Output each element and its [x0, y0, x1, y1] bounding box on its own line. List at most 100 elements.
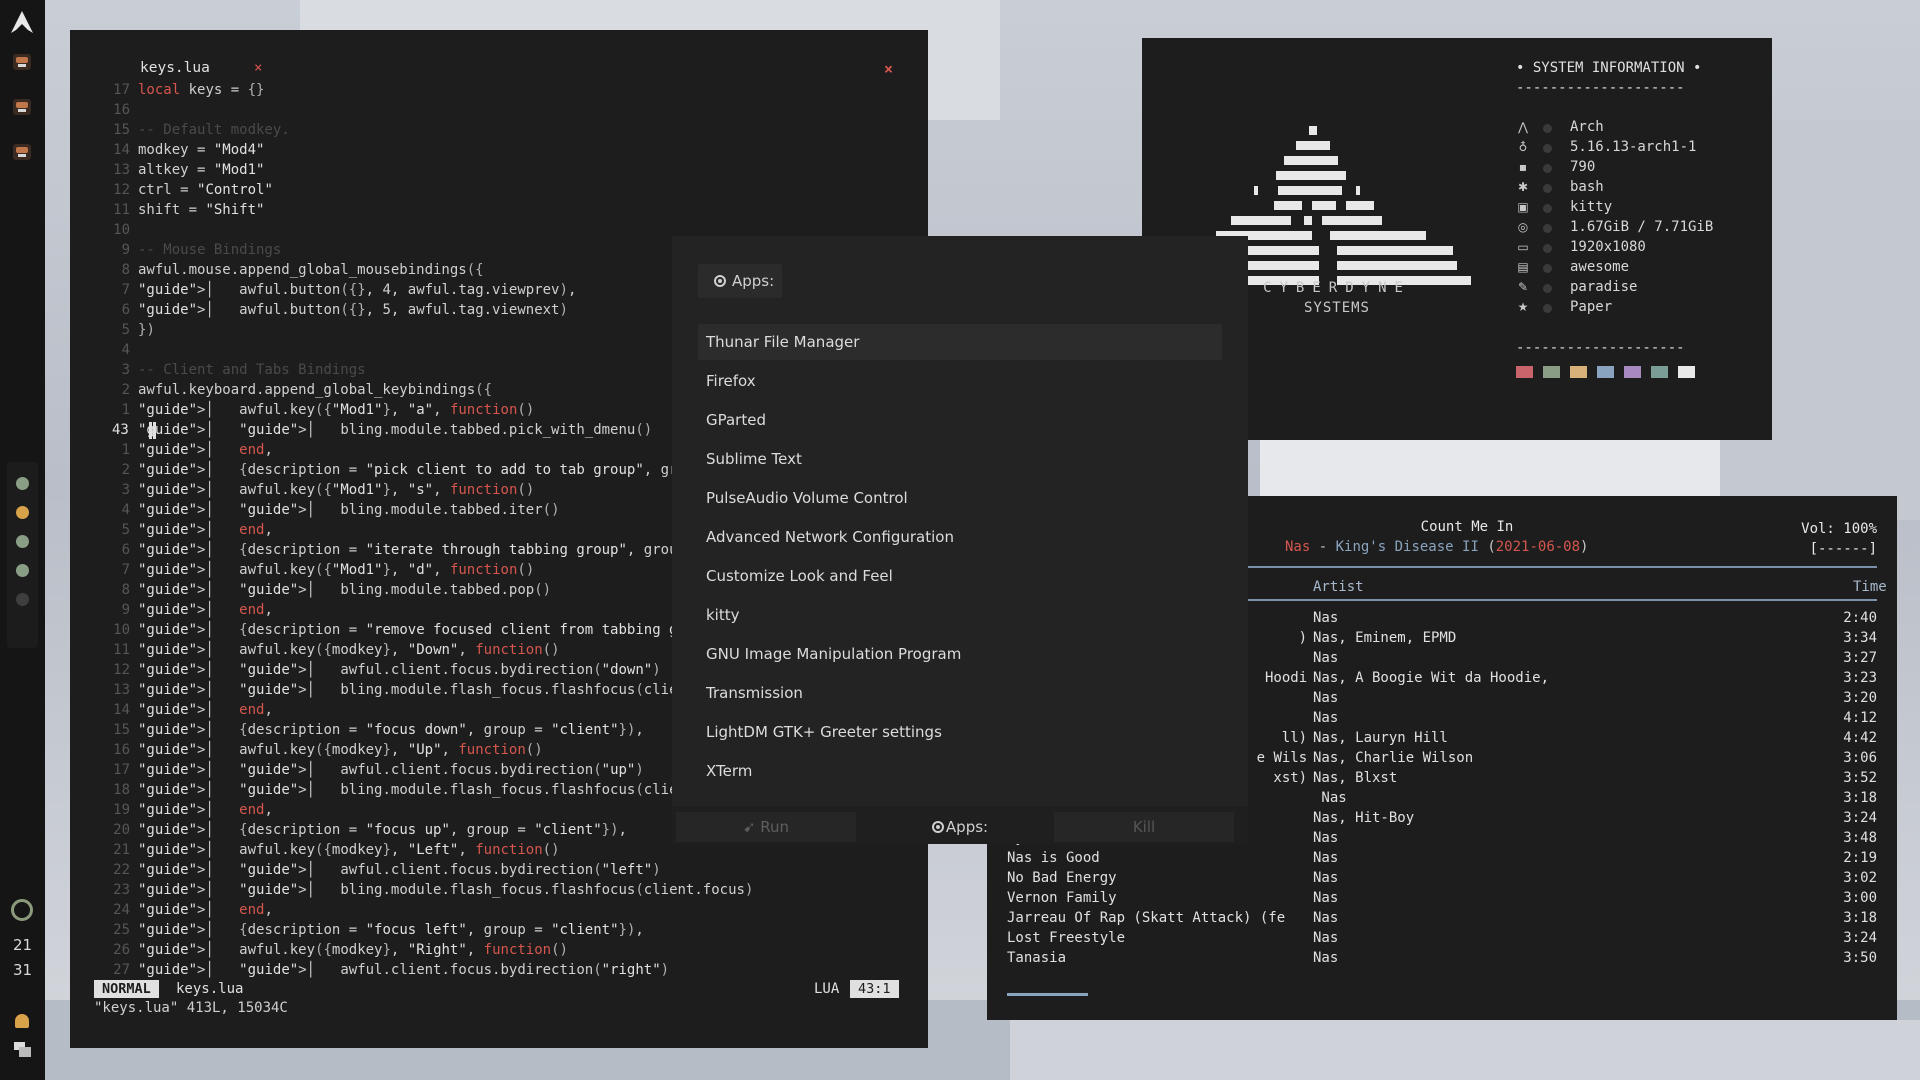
mode-apps-button[interactable]: Apps:	[870, 812, 1050, 842]
volume-ring-icon[interactable]	[11, 899, 33, 921]
sysinfo-row: ✱ bash	[1516, 178, 1756, 198]
code-line: 25 "guide">│ {description = "focus left",…	[70, 920, 928, 940]
line-number: 20	[113, 822, 130, 838]
sysinfo-row: ▭ 1920x1080	[1516, 238, 1756, 258]
line-number: 3	[121, 362, 130, 378]
line-text: "guide">│ end,	[138, 902, 273, 918]
sysinfo-header: • SYSTEM INFORMATION •	[1516, 60, 1702, 76]
task-icon[interactable]	[13, 144, 31, 160]
track-artist: Nas	[1313, 910, 1339, 926]
track-time: 4:42	[1843, 730, 1877, 746]
line-number: 27	[113, 962, 130, 978]
tag-2[interactable]	[16, 506, 29, 519]
line-number: 10	[113, 222, 130, 238]
line-text: "guide">│ awful.key({"Mod1"}, "s", funct…	[138, 482, 535, 498]
track-time: 3:24	[1843, 930, 1877, 946]
track-title: Hoodi	[1265, 670, 1308, 686]
sysinfo-value: 790	[1570, 159, 1596, 175]
bullet	[1543, 304, 1552, 313]
line-text: "guide">│ "guide">│ awful.client.focus.b…	[138, 662, 661, 678]
line-text: "guide">│ "guide">│ bling.module.tabbed.…	[138, 582, 552, 598]
launcher-item[interactable]: XTerm	[698, 753, 1222, 789]
tag-4[interactable]	[16, 564, 29, 577]
line-text: -- Default modkey.	[138, 122, 290, 138]
tag-5[interactable]	[16, 593, 29, 606]
track-artist: Nas, Hit-Boy	[1313, 810, 1415, 826]
app-launcher[interactable]: Apps: Thunar File Manager Firefox GParted S…	[672, 236, 1248, 844]
launcher-item[interactable]: Customize Look and Feel	[698, 558, 1222, 594]
prompt-label: Apps:	[732, 272, 775, 290]
sysinfo-value: kitty	[1570, 199, 1613, 215]
track-title: No Bad Energy	[1007, 870, 1117, 886]
packages-icon: ▪	[1518, 160, 1528, 174]
track-row[interactable]: Jarreau Of Rap (Skatt Attack) (fe Nas 3:18	[1007, 910, 1877, 930]
launcher-item[interactable]: Firefox	[698, 363, 1222, 399]
notification-bell-icon[interactable]	[15, 1014, 29, 1028]
launcher-item[interactable]: Advanced Network Configuration	[698, 519, 1222, 555]
mode-kill-button[interactable]: Kill	[1054, 812, 1234, 842]
track-time: 2:40	[1843, 610, 1877, 626]
close-icon[interactable]: ×	[884, 60, 893, 78]
arch-logo-icon[interactable]	[10, 10, 34, 34]
line-number: 25	[113, 922, 130, 938]
line-number: 18	[113, 782, 130, 798]
layout-icon[interactable]	[14, 1042, 31, 1057]
mode-run-button[interactable]: ➹ Run	[676, 812, 856, 842]
tag-3[interactable]	[16, 535, 29, 548]
track-row[interactable]: Nas is Good Nas 2:19	[1007, 850, 1877, 870]
track-time: 3:34	[1843, 630, 1877, 646]
track-row[interactable]: Tanasia Nas 3:50	[1007, 950, 1877, 970]
code-line: 16	[70, 100, 928, 120]
bullet	[1543, 264, 1552, 273]
code-line: 27 "guide">│ "guide">│ awful.client.focus…	[70, 960, 928, 980]
track-title: ll)	[1281, 730, 1308, 746]
tab-close-icon[interactable]: ×	[254, 60, 262, 76]
launcher-item[interactable]: GParted	[698, 402, 1222, 438]
code-line: 24 "guide">│ end,	[70, 900, 928, 920]
status-filetype: LUA	[814, 981, 840, 997]
launcher-item[interactable]: GNU Image Manipulation Program	[698, 636, 1222, 672]
color-swatch	[1597, 366, 1614, 378]
separator: -	[1310, 539, 1336, 555]
launcher-item[interactable]: LightDM GTK+ Greeter settings	[698, 714, 1222, 750]
sysinfo-value: 5.16.13-arch1-1	[1570, 139, 1697, 155]
track-time: 3:52	[1843, 770, 1877, 786]
paren-close: )	[1580, 539, 1589, 555]
volume[interactable]: Vol: 100% [------]	[1801, 519, 1877, 559]
track-title: )	[1298, 630, 1308, 646]
divider: --------------------	[1516, 340, 1685, 356]
line-number: 4	[121, 502, 130, 518]
line-text: -- Client and Tabs Bindings	[138, 362, 366, 378]
track-artist: Nas	[1313, 610, 1339, 626]
track-row[interactable]: Lost Freestyle Nas 3:24	[1007, 930, 1877, 950]
task-icon[interactable]	[13, 54, 31, 70]
logo-stripe	[1254, 186, 1258, 195]
tag-1[interactable]	[16, 477, 29, 490]
column-time[interactable]: Time	[1853, 579, 1887, 595]
task-icon[interactable]	[13, 99, 31, 115]
line-number: 11	[113, 202, 130, 218]
line-text: "guide">│ "guide">│ awful.client.focus.b…	[138, 962, 670, 978]
launcher-item[interactable]: Transmission	[698, 675, 1222, 711]
launcher-modes: ➹ Run Apps: Kill	[672, 806, 1248, 844]
launcher-item[interactable]: Sublime Text	[698, 441, 1222, 477]
track-row[interactable]: Vernon Family Nas 3:00	[1007, 890, 1877, 910]
launcher-item[interactable]: kitty	[698, 597, 1222, 633]
track-row[interactable]: No Bad Energy Nas 3:02	[1007, 870, 1877, 890]
song-album: King's Disease II	[1335, 539, 1479, 555]
sysinfo-value: awesome	[1570, 259, 1630, 275]
track-title: Nas is Good	[1007, 850, 1100, 866]
launcher-item[interactable]: Thunar File Manager	[698, 324, 1222, 360]
track-title: Vernon Family	[1007, 890, 1117, 906]
track-artist: Nas, Lauryn Hill	[1313, 730, 1448, 746]
line-number: 23	[113, 882, 130, 898]
launcher-item[interactable]: PulseAudio Volume Control	[698, 480, 1222, 516]
logo-stripe	[1356, 186, 1360, 195]
tab-keys-lua[interactable]: keys.lua	[140, 60, 210, 76]
launcher-prompt[interactable]: Apps:	[698, 264, 782, 298]
column-artist[interactable]: Artist	[1313, 579, 1364, 595]
track-title: e Wils	[1256, 750, 1308, 766]
mode-indicator: NORMAL	[94, 980, 159, 998]
line-number: 7	[121, 562, 130, 578]
code-line: 11 shift = "Shift"	[70, 200, 928, 220]
